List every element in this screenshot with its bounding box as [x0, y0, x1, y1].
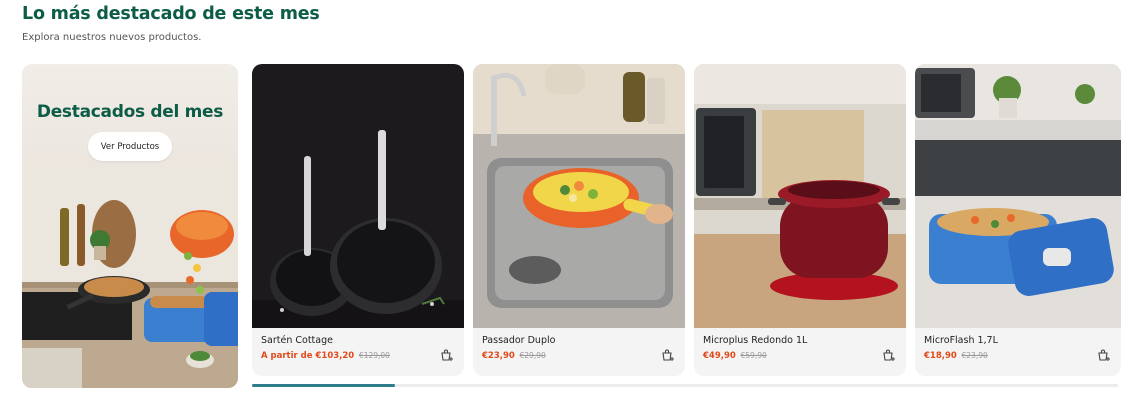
- product-name: Microplus Redondo 1L: [703, 335, 808, 346]
- add-to-cart-icon[interactable]: [882, 349, 896, 363]
- add-to-cart-icon[interactable]: [440, 349, 454, 363]
- add-to-cart-icon[interactable]: [1097, 349, 1111, 363]
- product-price-row: €23,90 €29,90: [482, 351, 546, 361]
- product-image: [473, 64, 685, 328]
- product-price-prefix: A partir de: [261, 351, 316, 361]
- product-old-price: €23,90: [961, 351, 988, 360]
- product-card[interactable]: Sartén Cottage A partir de €103,20 €129,…: [252, 64, 464, 376]
- product-price: €18,90: [924, 351, 957, 361]
- product-name: MicroFlash 1,7L: [924, 335, 998, 346]
- product-card[interactable]: Passador Duplo €23,90 €29,90: [473, 64, 685, 376]
- carousel-scrollbar[interactable]: [252, 384, 1118, 387]
- carousel-scrollbar-thumb[interactable]: [252, 384, 395, 387]
- product-image: [694, 64, 906, 328]
- hero-kitchen-image: [22, 164, 238, 388]
- hero-title: Destacados del mes: [36, 102, 224, 122]
- hero-promo-card[interactable]: Destacados del mes Ver Productos: [22, 64, 238, 388]
- product-name: Sartén Cottage: [261, 335, 333, 346]
- product-price: €49,90: [703, 351, 736, 361]
- product-card[interactable]: Microplus Redondo 1L €49,90 €59,90: [694, 64, 906, 376]
- product-card[interactable]: MicroFlash 1,7L €18,90 €23,90: [915, 64, 1121, 376]
- section-subtitle: Explora nuestros nuevos productos.: [22, 32, 202, 43]
- product-price-row: €18,90 €23,90: [924, 351, 988, 361]
- product-name: Passador Duplo: [482, 335, 556, 346]
- product-price-row: €49,90 €59,90: [703, 351, 767, 361]
- product-image: [915, 64, 1121, 328]
- product-old-price: €129,00: [358, 351, 390, 360]
- product-price: €103,20: [315, 351, 355, 361]
- product-price: €23,90: [482, 351, 515, 361]
- add-to-cart-icon[interactable]: [661, 349, 675, 363]
- product-image: [252, 64, 464, 328]
- view-products-button[interactable]: Ver Productos: [88, 132, 172, 161]
- section-title: Lo más destacado de este mes: [22, 4, 320, 24]
- product-old-price: €29,90: [519, 351, 546, 360]
- product-old-price: €59,90: [740, 351, 767, 360]
- product-price-row: A partir de €103,20 €129,00: [261, 351, 390, 361]
